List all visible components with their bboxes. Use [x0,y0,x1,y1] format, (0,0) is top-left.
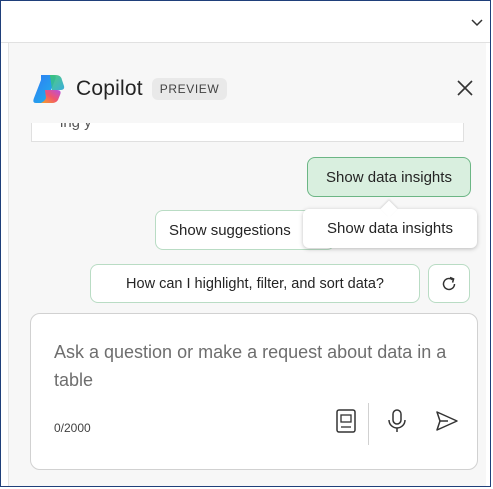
show-suggestions-label: Show suggestions [169,221,291,239]
send-button[interactable] [433,407,461,435]
previous-message-cutoff: ing y [31,123,464,142]
copilot-header: Copilot PREVIEW [31,69,228,109]
tooltip-text: Show data insights [327,220,453,237]
copilot-logo-icon [33,75,65,103]
send-icon [436,411,458,431]
highlight-filter-sort-button[interactable]: How can I highlight, filter, and sort da… [90,264,420,303]
microphone-button[interactable] [383,407,411,435]
notebook-button[interactable] [332,407,360,435]
close-icon[interactable] [456,79,474,97]
refresh-suggestions-button[interactable] [428,264,470,303]
show-data-insights-button[interactable]: Show data insights [307,157,471,197]
toolbar-divider [368,403,369,445]
microphone-icon [388,409,406,432]
cutoff-text-fragment: ing y [60,123,92,131]
top-strip [1,1,490,43]
chevron-down-icon[interactable] [470,15,484,29]
highlight-filter-sort-label: How can I highlight, filter, and sort da… [126,275,384,292]
refresh-icon [442,276,456,290]
tooltip: Show data insights [303,209,477,248]
notebook-icon [336,409,356,433]
message-composer[interactable]: Ask a question or make a request about d… [30,313,478,470]
character-counter: 0/2000 [54,421,91,435]
copilot-title: Copilot [76,77,143,100]
composer-placeholder[interactable]: Ask a question or make a request about d… [54,338,454,394]
show-data-insights-label: Show data insights [326,168,452,186]
copilot-pane: Copilot PREVIEW ing y Show data insights… [8,43,486,486]
preview-badge: PREVIEW [151,78,228,100]
window-frame: Copilot PREVIEW ing y Show data insights… [0,0,491,487]
